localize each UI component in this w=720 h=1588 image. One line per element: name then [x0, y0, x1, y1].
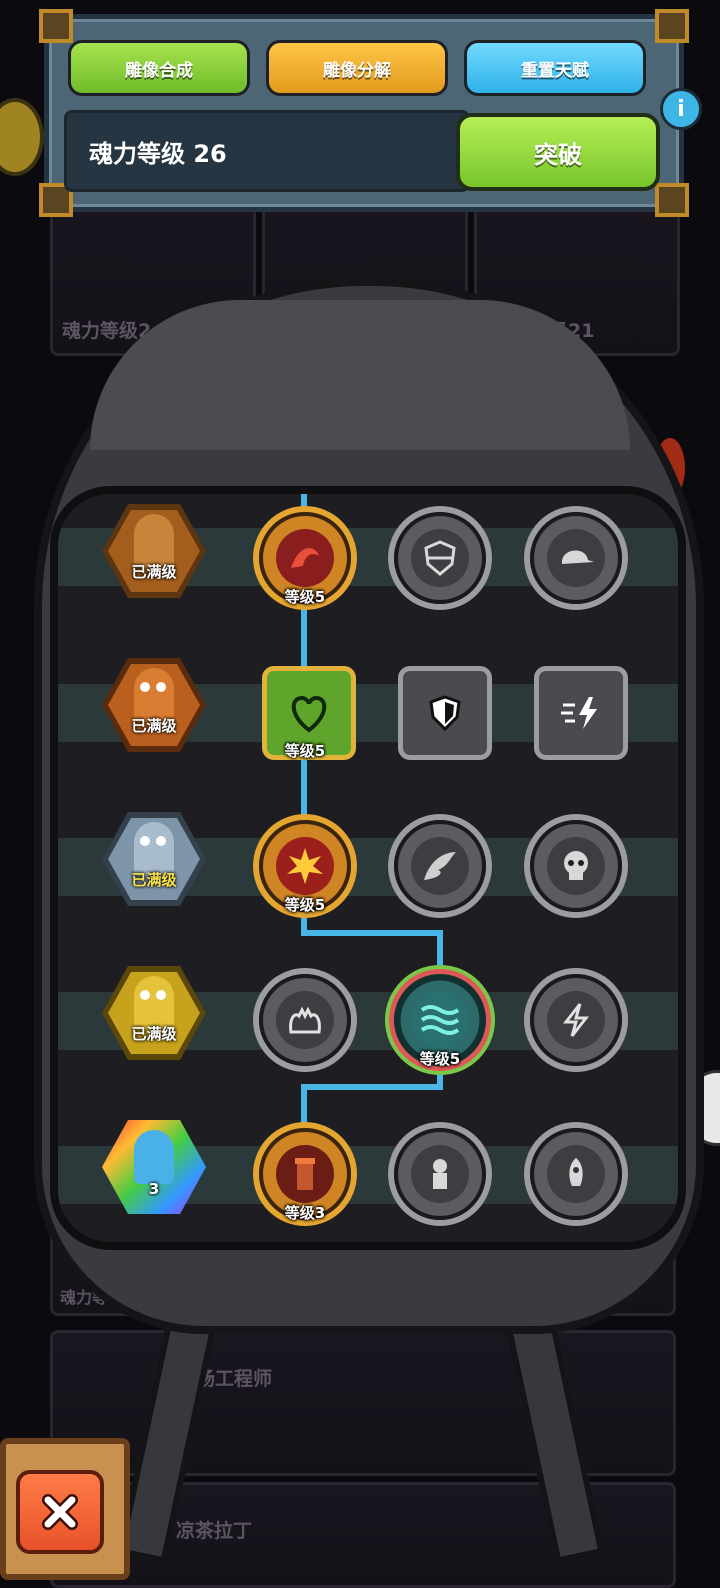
soul-level-display: 魂力等级 26: [64, 110, 470, 192]
dragon-icon: [291, 548, 319, 568]
talent-node-rocket[interactable]: [530, 1128, 622, 1220]
talent-path: [301, 930, 443, 936]
talent-node-level: 等级5: [284, 896, 326, 914]
talent-node-skull[interactable]: [530, 820, 622, 912]
statue-status: 3: [148, 1180, 160, 1198]
speed-bolt-icon: [561, 697, 597, 729]
robot-head-band: [90, 300, 630, 450]
talent-node-sword-shield[interactable]: [394, 512, 486, 604]
bag-icon: [289, 1006, 321, 1034]
sword-shield-icon: [424, 540, 456, 576]
skull-icon: [564, 851, 588, 880]
statue-compose-button[interactable]: 雕像合成: [68, 40, 250, 96]
talent-node-wing[interactable]: [394, 820, 486, 912]
talent-path: [301, 1084, 443, 1090]
talent-tree-panel[interactable]: 已满级 等级5 已满级 等级5 已满级 等级5 已满级 等级5 3 等级3: [50, 486, 686, 1250]
statue-decompose-button[interactable]: 雕像分解: [266, 40, 448, 96]
talent-node-speed[interactable]: [534, 666, 628, 760]
background-card-label: 凉茶拉丁: [176, 1520, 253, 1542]
talent-node-level: 等级5: [284, 742, 326, 760]
talent-node-level: 等级5: [419, 1050, 461, 1068]
breakthrough-button[interactable]: 突破: [456, 113, 660, 191]
talent-node-level: 等级3: [284, 1204, 326, 1222]
side-coin-icon: [0, 98, 44, 176]
lightning-icon: [562, 1003, 590, 1037]
knight-icon: [433, 1159, 447, 1189]
talent-node-lightning[interactable]: [530, 974, 622, 1066]
tower-icon: [295, 1158, 315, 1190]
talent-node-bag[interactable]: [259, 974, 351, 1066]
talent-node-cap[interactable]: [530, 512, 622, 604]
cap-icon: [562, 550, 594, 564]
info-icon[interactable]: i: [660, 88, 702, 130]
wing-icon: [424, 852, 456, 880]
explosion-icon: [287, 848, 323, 884]
close-icon: [42, 1494, 78, 1530]
soul-level-label: 魂力等级 26: [89, 139, 227, 168]
rocket-icon: [569, 1158, 583, 1186]
talent-node-level: 等级5: [284, 588, 326, 606]
close-button[interactable]: [16, 1470, 104, 1554]
heart-icon: [291, 695, 327, 733]
talent-node-knight[interactable]: [394, 1128, 486, 1220]
reset-talent-button[interactable]: 重置天赋: [464, 40, 646, 96]
shield-icon: [429, 695, 461, 732]
wave-icon: [420, 1005, 460, 1035]
statue-status: 已满级: [131, 563, 177, 581]
statue-status: 已满级: [131, 717, 177, 735]
statue-status: 已满级: [131, 871, 177, 889]
talent-node-shield[interactable]: [398, 666, 492, 760]
statue-status: 已满级: [131, 1025, 177, 1043]
